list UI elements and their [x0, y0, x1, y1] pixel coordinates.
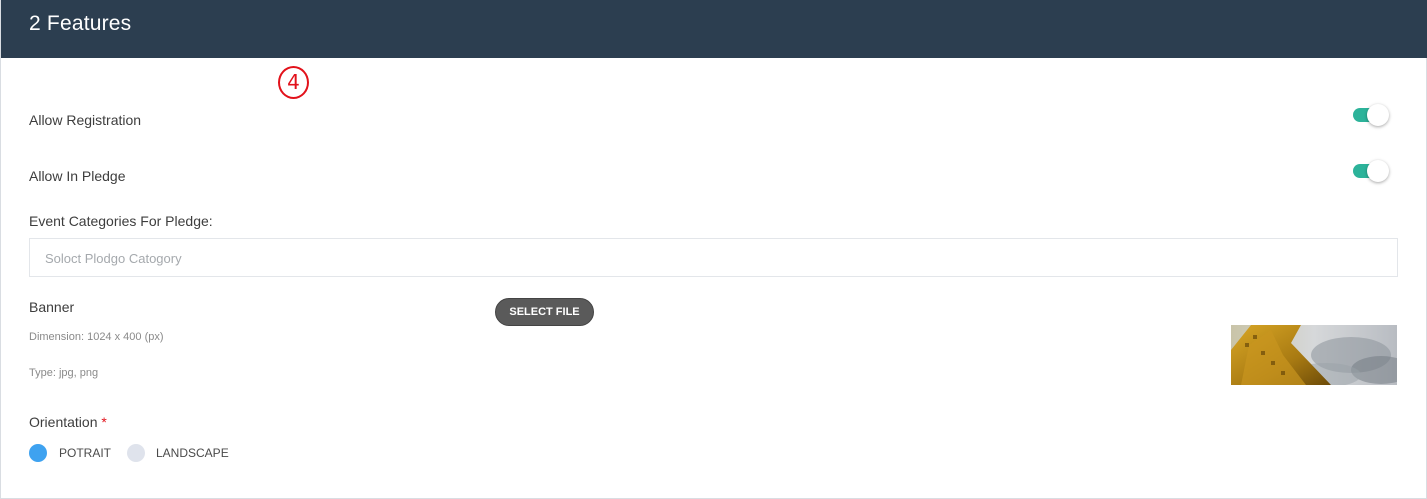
- pledge-category-placeholder: Soloct Plodgo Catogory: [45, 251, 182, 266]
- required-mark: *: [101, 414, 107, 430]
- orientation-landscape-label[interactable]: LANDSCAPE: [156, 446, 229, 460]
- annotation-number-badge: 4: [278, 66, 309, 99]
- allow-in-pledge-toggle[interactable]: [1353, 160, 1389, 182]
- toggle-knob: [1367, 160, 1389, 182]
- banner-preview-graphic: [1231, 325, 1397, 385]
- pledge-category-select[interactable]: Soloct Plodgo Catogory: [29, 238, 1398, 277]
- toggle-knob: [1367, 104, 1389, 126]
- allow-registration-toggle[interactable]: [1353, 104, 1389, 126]
- orientation-label-text: Orientation: [29, 414, 98, 430]
- section-header: 2 Features: [1, 0, 1427, 58]
- banner-dimension-hint: Dimension: 1024 x 400 (px): [29, 331, 164, 343]
- features-panel: 2 Features 4 Allow Registration Allow In…: [0, 0, 1427, 499]
- orientation-landscape-radio[interactable]: [127, 444, 145, 462]
- event-categories-label: Event Categories For Pledge:: [29, 213, 213, 229]
- banner-preview-image: [1231, 325, 1397, 385]
- orientation-label: Orientation *: [29, 414, 107, 430]
- orientation-portrait-radio[interactable]: [29, 444, 47, 462]
- orientation-portrait-label[interactable]: POTRAIT: [59, 446, 111, 460]
- section-title: 2 Features: [29, 12, 132, 35]
- banner-type-hint: Type: jpg, png: [29, 367, 99, 379]
- banner-label: Banner: [29, 299, 75, 315]
- select-file-button[interactable]: SELECT FILE: [495, 298, 594, 326]
- allow-registration-label: Allow Registration: [29, 112, 142, 128]
- allow-in-pledge-label: Allow In Pledge: [29, 168, 126, 184]
